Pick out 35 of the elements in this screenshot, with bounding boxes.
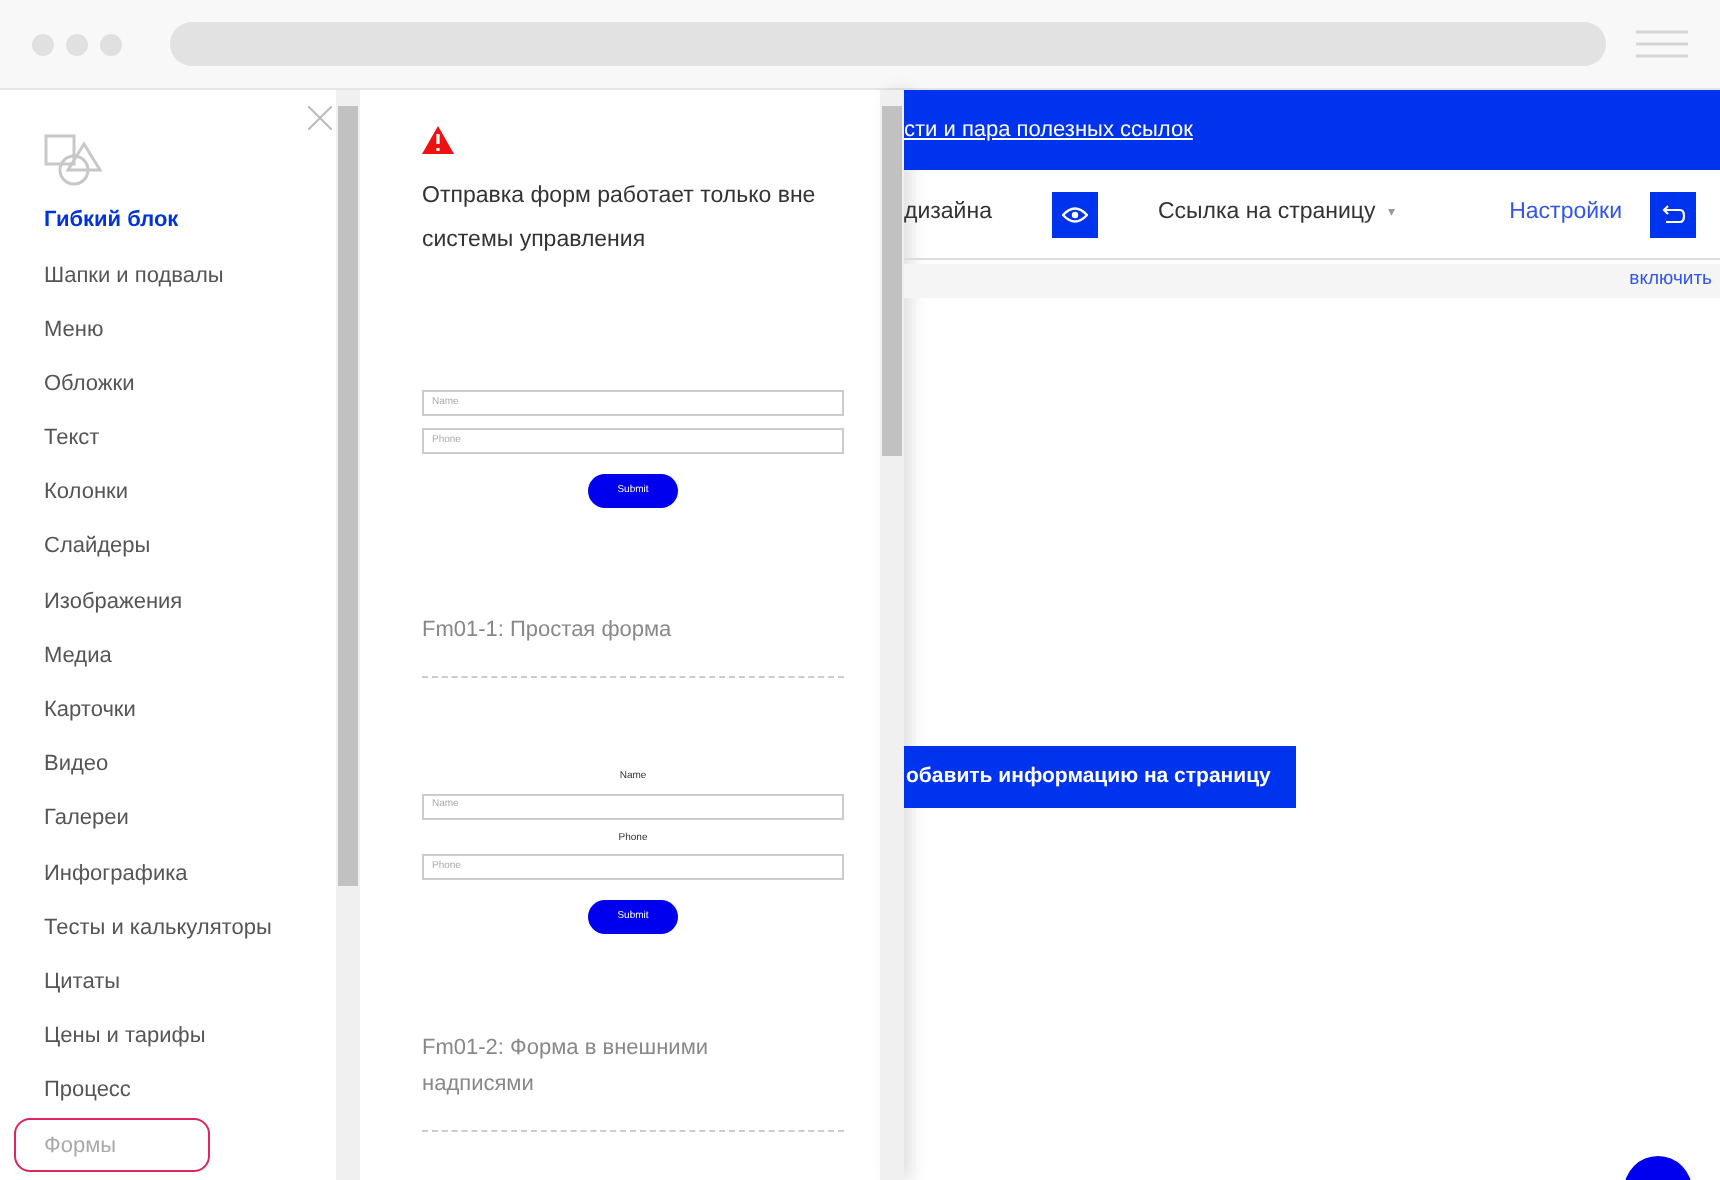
menu-icon[interactable] <box>1636 30 1688 58</box>
enable-link[interactable]: включить <box>1629 266 1712 296</box>
warning-icon <box>422 126 454 154</box>
sidebar-item[interactable]: Инфографика <box>44 846 336 901</box>
sidebar-item[interactable]: Медиа <box>44 629 336 684</box>
shapes-icon <box>44 134 104 186</box>
sidebar-item[interactable]: Изображения <box>44 574 336 629</box>
sidebar-item[interactable]: Шапки и подвалы <box>44 248 336 303</box>
return-icon <box>1661 204 1685 224</box>
sidebar-item[interactable]: Цитаты <box>44 955 336 1010</box>
close-icon[interactable] <box>308 106 332 130</box>
sidebar-item[interactable]: Слайдеры <box>44 520 336 575</box>
banner-link[interactable]: сти и пара полезных ссылок <box>904 113 1193 147</box>
preview-button[interactable] <box>1051 191 1098 237</box>
sidebar-item[interactable]: Меню <box>44 302 336 358</box>
settings-link[interactable]: Настройки <box>1509 196 1622 232</box>
sidebar-item[interactable]: Текст <box>44 411 336 466</box>
add-info-button[interactable]: обавить информацию на страницу <box>904 746 1296 808</box>
design-label[interactable]: дизайна <box>904 196 992 232</box>
sidebar-item[interactable]: Карточки <box>44 683 336 738</box>
sidebar-item[interactable]: Галереи <box>44 792 336 847</box>
eye-icon <box>1061 205 1088 223</box>
template-caption: Fm01-1: Простая форма <box>422 616 674 646</box>
sidebar-item[interactable]: Видео <box>44 737 336 793</box>
scrollbar[interactable] <box>880 90 904 1180</box>
back-button[interactable] <box>1650 191 1696 237</box>
sidebar-item[interactable]: Тесты и калькуляторы <box>44 900 336 956</box>
sidebar-item[interactable]: Процесс <box>44 1064 336 1119</box>
sidebar-item[interactable]: Цены и тарифы <box>44 1009 336 1064</box>
template-caption: Fm01-2: Форма в внешними надписями <box>422 1034 711 1100</box>
sidebar-item[interactable]: Гибкий блок <box>44 194 336 249</box>
scrollbar[interactable] <box>336 90 360 1180</box>
sidebar-item[interactable]: Колонки <box>44 465 336 521</box>
sidebar-item[interactable]: Обложки <box>44 357 336 412</box>
warning-text: Отправка форм работает только вне системы управления <box>422 182 818 256</box>
